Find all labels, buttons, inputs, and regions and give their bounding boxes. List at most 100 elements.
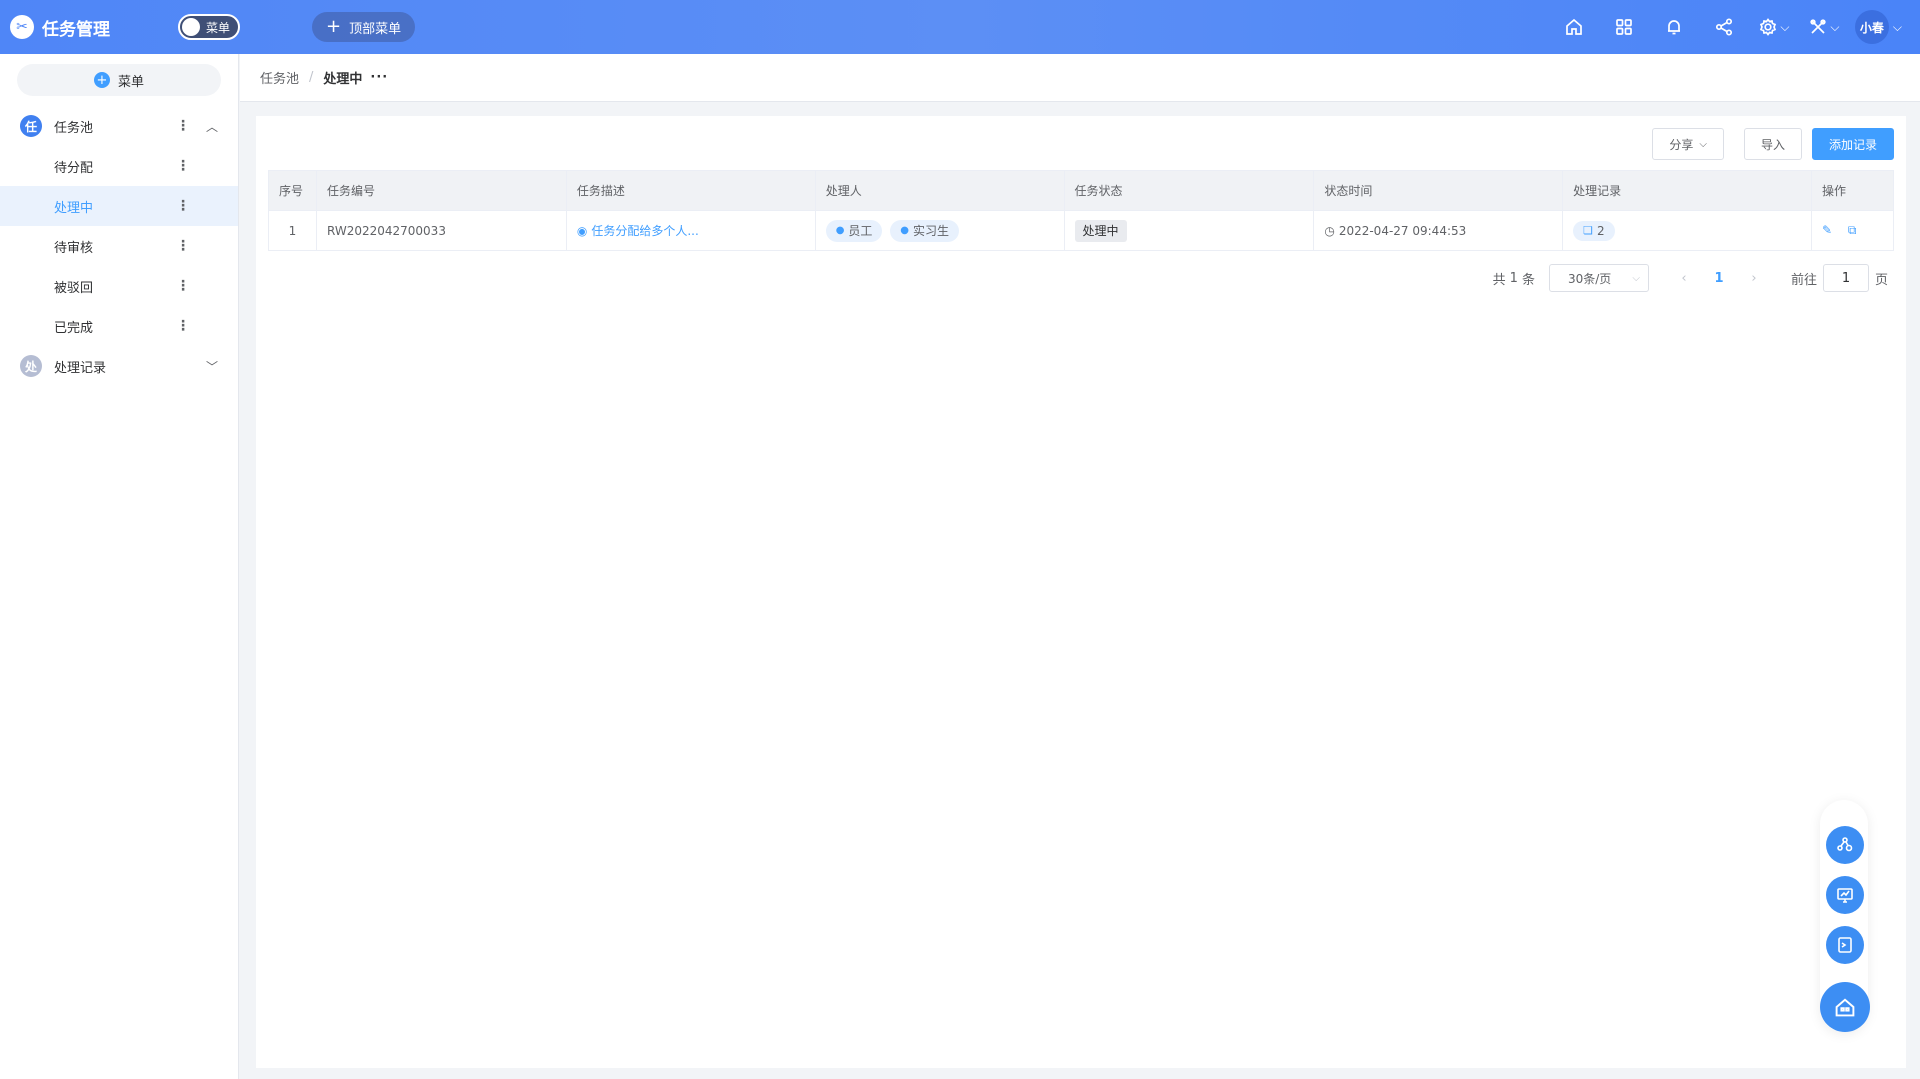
records-tag[interactable]: ❏ 2 [1573, 220, 1615, 241]
dashboard-button[interactable] [1826, 876, 1864, 914]
table-header-row: 序号 任务编号 任务描述 处理人 任务状态 状态时间 处理记录 操作 [268, 170, 1895, 211]
group-label: 处理记录 [54, 360, 107, 376]
more-vertical-icon[interactable]: ⋮ [176, 158, 190, 174]
col-header-status-time[interactable]: 状态时间 [1313, 170, 1564, 211]
breadcrumb: 任务池 / 处理中 ··· [240, 54, 1920, 102]
sidebar-group-records[interactable]: 处 处理记录 ﹀ [0, 346, 238, 386]
floating-action-bar [1820, 800, 1870, 1032]
chevron-down-icon: ⌵ [1830, 19, 1840, 34]
tools-icon[interactable]: ⌵ [1799, 0, 1849, 54]
apps-icon[interactable] [1599, 0, 1649, 54]
app-title: 任务管理 [42, 19, 110, 40]
more-horizontal-icon[interactable]: ··· [370, 70, 388, 85]
user-menu[interactable]: 小春 ⌵ [1854, 10, 1902, 44]
top-menu-button[interactable]: + 顶部菜单 [312, 12, 416, 42]
col-header-index[interactable]: 序号 [268, 170, 317, 211]
building-home-icon [1835, 998, 1855, 1017]
edit-icon[interactable]: ✎ [1822, 223, 1832, 237]
total-count: 1 [1509, 270, 1518, 286]
goto-prefix: 前往 [1790, 272, 1817, 288]
top-menu-label: 顶部菜单 [349, 21, 402, 37]
sidebar-item-label: 已完成 [54, 320, 94, 336]
goto-page-input[interactable]: 1 [1822, 264, 1869, 292]
copy-icon[interactable]: ⧉ [1848, 223, 1857, 237]
workflow-settings-button[interactable] [1826, 826, 1864, 864]
add-menu-button[interactable]: + 菜单 [17, 64, 221, 96]
sidebar: + 菜单 任 任务池 ⋮ ︿ 待分配 ⋮ 处理中 ⋮ 待审核 ⋮ 被驳回 ⋮ 已… [0, 54, 239, 1079]
comment-icon: ❏ [1583, 224, 1594, 237]
cell-actions: ✎ ⧉ [1810, 210, 1895, 251]
workflow-gear-icon [1837, 837, 1853, 852]
sidebar-item-processing[interactable]: 处理中 ⋮ [0, 186, 238, 226]
more-vertical-icon[interactable]: ⋮ [176, 278, 190, 294]
sidebar-group-task-pool[interactable]: 任 任务池 ⋮ ︿ [0, 106, 238, 146]
current-page[interactable]: 1 [1699, 271, 1739, 286]
toggle-knob [182, 18, 200, 36]
chevron-down-icon: ⌵ [1632, 272, 1640, 284]
eye-icon: ◉ [576, 223, 588, 238]
sidebar-item-label: 被驳回 [54, 280, 94, 296]
next-page-icon[interactable]: › [1739, 271, 1769, 286]
sidebar-item-pending-assign[interactable]: 待分配 ⋮ [0, 146, 238, 186]
share-dropdown-button[interactable]: 分享 ⌵ [1652, 128, 1724, 160]
script-button[interactable] [1826, 926, 1864, 964]
monitor-chart-icon [1837, 888, 1853, 903]
home-float-button[interactable] [1820, 982, 1870, 1032]
share-icon[interactable] [1699, 0, 1749, 54]
col-header-task-no[interactable]: 任务编号 [315, 170, 567, 211]
more-vertical-icon[interactable]: ⋮ [176, 118, 190, 134]
prev-page-icon[interactable]: ‹ [1669, 271, 1699, 286]
more-vertical-icon[interactable]: ⋮ [176, 238, 190, 254]
breadcrumb-parent[interactable]: 任务池 [260, 68, 299, 87]
group-badge: 处 [20, 355, 42, 377]
chevron-up-icon[interactable]: ︿ [206, 118, 218, 135]
table-row[interactable]: 1 RW2022042700033 ◉ 任务分配给多个人... ● 员工 ● 实习生… [268, 210, 1895, 251]
sidebar-item-rejected[interactable]: 被驳回 ⋮ [0, 266, 238, 306]
col-header-description[interactable]: 任务描述 [565, 170, 816, 211]
top-bar: ✂ 任务管理 菜单 + 顶部菜单 ⌵ ⌵ 小春 ⌵ [0, 0, 1920, 54]
pagination: 共 1 条 30条/页 ⌵ ‹ 1 › 前往 1 页 [1493, 264, 1888, 292]
top-icon-group: ⌵ ⌵ 小春 ⌵ [1549, 0, 1920, 54]
sidebar-item-label: 待分配 [54, 160, 94, 176]
settings-icon[interactable]: ⌵ [1749, 0, 1799, 54]
share-label: 分享 [1669, 137, 1694, 152]
goto-suffix: 页 [1874, 272, 1888, 288]
col-header-status[interactable]: 任务状态 [1063, 170, 1315, 211]
description-link[interactable]: ◉ 任务分配给多个人... [577, 222, 699, 239]
status-time-text: 2022-04-27 09:44:53 [1338, 223, 1467, 238]
breadcrumb-separator: / [309, 70, 314, 85]
more-vertical-icon[interactable]: ⋮ [176, 198, 190, 214]
cell-status-time: ◷ 2022-04-27 09:44:53 [1313, 210, 1564, 251]
page-size-select[interactable]: 30条/页 ⌵ [1548, 264, 1649, 292]
chevron-down-icon[interactable]: ﹀ [206, 358, 218, 375]
col-header-assignee[interactable]: 处理人 [814, 170, 1065, 211]
group-label: 任务池 [54, 120, 94, 136]
bell-icon[interactable] [1649, 0, 1699, 54]
sidebar-item-completed[interactable]: 已完成 ⋮ [0, 306, 238, 346]
col-header-records[interactable]: 处理记录 [1562, 170, 1812, 211]
menu-toggle-label: 菜单 [206, 20, 231, 35]
status-badge: 处理中 [1074, 219, 1127, 242]
cell-description: ◉ 任务分配给多个人... [565, 210, 816, 251]
add-menu-label: 菜单 [117, 74, 144, 90]
more-vertical-icon[interactable]: ⋮ [176, 318, 190, 334]
assignee-tag[interactable]: ● 员工 [825, 219, 883, 242]
assignee-tag[interactable]: ● 实习生 [890, 219, 960, 242]
add-record-button[interactable]: 添加记录 [1811, 128, 1894, 160]
app-logo-icon: ✂ [10, 15, 34, 39]
page-size-value: 30条/页 [1567, 271, 1612, 286]
import-button[interactable]: 导入 [1743, 128, 1802, 160]
records-count: 2 [1597, 223, 1605, 238]
brand[interactable]: ✂ 任务管理 [10, 15, 160, 40]
sidebar-item-pending-review[interactable]: 待审核 ⋮ [0, 226, 238, 266]
menu-toggle-switch[interactable]: 菜单 [178, 14, 240, 40]
cell-records: ❏ 2 [1562, 210, 1812, 251]
main-panel: 分享 ⌵ 导入 添加记录 序号 任务编号 任务描述 处理人 任务状态 状态时间 … [256, 116, 1906, 1068]
terminal-icon [1838, 937, 1852, 953]
home-icon[interactable] [1549, 0, 1599, 54]
plus-circle-icon: + [93, 72, 110, 88]
chevron-down-icon: ⌵ [1699, 138, 1707, 150]
toolbar: 分享 ⌵ 导入 添加记录 [1632, 128, 1894, 160]
assignee-name: 实习生 [913, 224, 950, 238]
person-icon: ● [900, 225, 909, 236]
